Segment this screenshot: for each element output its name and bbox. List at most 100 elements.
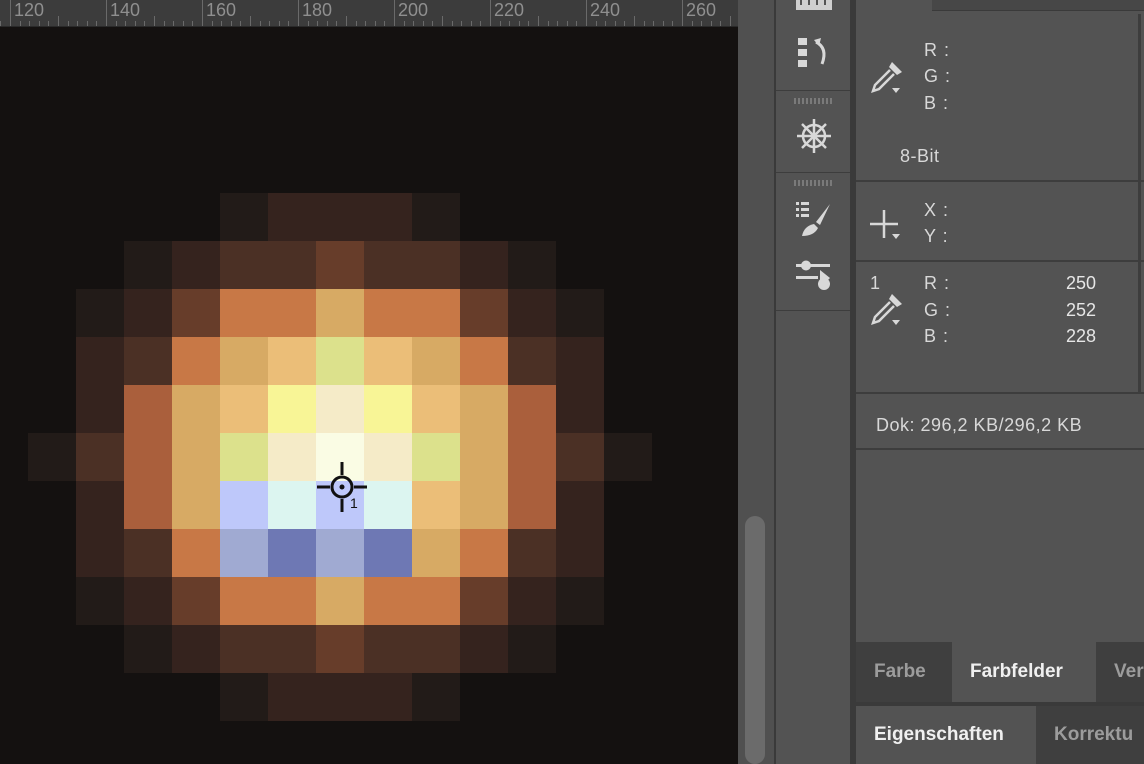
panel-dock-strip: [776, 0, 852, 764]
ruler-panel-icon[interactable]: [794, 0, 834, 26]
image-pixel: [172, 625, 220, 673]
image-pixel: [124, 289, 172, 337]
tab-farbfelder[interactable]: Farbfelder: [952, 642, 1096, 702]
image-pixel: [556, 529, 604, 577]
image-pixel: [316, 529, 364, 577]
adjustments-icon[interactable]: [794, 256, 834, 296]
ruler-tick: [0, 21, 1, 26]
bit-depth-label: 8-Bit: [900, 146, 940, 166]
ruler-tick: [96, 21, 97, 26]
image-pixel: [268, 241, 316, 289]
tab-korrekturen[interactable]: Korrektu: [1036, 706, 1144, 764]
ruler-tick: [48, 21, 49, 26]
ruler-tick-label: 180: [302, 0, 333, 20]
eyedropper-icon[interactable]: [866, 58, 906, 98]
image-pixel: [316, 673, 364, 721]
ruler-tick: [58, 16, 59, 26]
image-pixel: [316, 337, 364, 385]
image-pixel: [220, 529, 268, 577]
image-pixel: [412, 337, 460, 385]
ruler-tick: [663, 21, 664, 26]
image-pixel: [364, 193, 412, 241]
actions-icon[interactable]: [794, 116, 834, 156]
image-pixel: [364, 625, 412, 673]
image-pixel: [508, 289, 556, 337]
image-pixel: [412, 625, 460, 673]
ruler-tick: [701, 21, 702, 26]
image-pixel: [460, 385, 508, 433]
ruler-tick: [173, 21, 174, 26]
ruler-tick: [288, 21, 289, 26]
ruler-tick-label: 220: [494, 0, 525, 20]
image-pixel: [556, 481, 604, 529]
ruler-tick: [653, 21, 654, 26]
ruler-tick: [423, 21, 424, 26]
image-canvas[interactable]: 1: [0, 27, 738, 764]
ruler-tick: [538, 16, 539, 26]
image-pixel: [316, 625, 364, 673]
image-pixel: [76, 577, 124, 625]
tab-farbe[interactable]: Farbe: [856, 642, 952, 702]
image-pixel: [220, 337, 268, 385]
ruler-tick: [346, 16, 347, 26]
ruler-tick: [404, 21, 405, 26]
ruler-tick: [29, 21, 30, 26]
image-pixel: [172, 385, 220, 433]
ruler-tick: [672, 21, 673, 26]
image-pixel: [268, 385, 316, 433]
tab-ver[interactable]: Ver: [1096, 642, 1144, 702]
brush-presets-icon[interactable]: [794, 198, 834, 238]
ruler-tick: [375, 21, 376, 26]
ruler-tick: [317, 21, 318, 26]
info-g-label: G :: [924, 66, 952, 86]
history-icon[interactable]: [794, 34, 834, 74]
image-pixel: [508, 625, 556, 673]
dock-grip[interactable]: [794, 98, 832, 104]
image-pixel: [172, 241, 220, 289]
image-pixel: [412, 529, 460, 577]
sampler-r-label: R :: [924, 273, 951, 293]
color-sampler-cursor-icon[interactable]: [316, 461, 368, 513]
ruler-tick: [240, 21, 241, 26]
image-pixel: [124, 577, 172, 625]
ruler-tick: [20, 21, 21, 26]
ruler-tick: [452, 21, 453, 26]
image-pixel: [364, 289, 412, 337]
image-pixel: [220, 289, 268, 337]
sampler-g-value: 252: [1065, 300, 1096, 320]
ruler-tick: [528, 21, 529, 26]
image-pixel: [220, 241, 268, 289]
info-r-label: R :: [924, 40, 951, 60]
ruler-tick: [279, 21, 280, 26]
ruler-tick-label: 140: [110, 0, 141, 20]
dock-grip[interactable]: [794, 180, 832, 186]
image-pixel: [364, 241, 412, 289]
image-pixel: [220, 625, 268, 673]
image-pixel: [124, 337, 172, 385]
ruler-tick: [384, 21, 385, 26]
crosshair-plus-icon[interactable]: [866, 206, 906, 246]
ruler-tick: [192, 21, 193, 26]
image-pixel: [412, 193, 460, 241]
sampler-r-value: 250: [1065, 273, 1096, 293]
tab-eigenschaften[interactable]: Eigenschaften: [856, 706, 1036, 764]
ruler-tick: [106, 0, 107, 26]
info-y-label: Y :: [924, 226, 949, 246]
ruler-tick: [231, 21, 232, 26]
ruler-tick: [576, 21, 577, 26]
ruler-tick: [480, 21, 481, 26]
ruler-tick: [720, 21, 721, 26]
image-pixel: [412, 577, 460, 625]
image-pixel: [412, 433, 460, 481]
image-pixel: [412, 289, 460, 337]
ruler-tick: [557, 21, 558, 26]
image-pixel: [28, 433, 76, 481]
image-pixel: [76, 385, 124, 433]
eyedropper-icon[interactable]: [866, 290, 906, 330]
image-pixel: [508, 481, 556, 529]
ruler-tick: [548, 21, 549, 26]
ruler-tick: [692, 21, 693, 26]
ruler-tick: [164, 21, 165, 26]
ruler-tick: [711, 21, 712, 26]
vertical-scroll-thumb[interactable]: [745, 516, 765, 764]
